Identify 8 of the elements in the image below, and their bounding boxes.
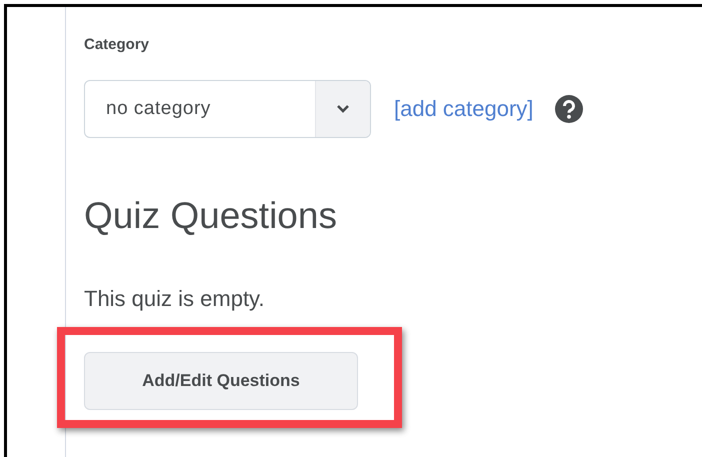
field-label: Category — [84, 35, 150, 55]
chevron-down-icon — [336, 104, 350, 114]
add-category-link[interactable]: [add category] — [394, 96, 534, 122]
help-icon[interactable] — [555, 95, 584, 123]
section-heading: Quiz Questions — [84, 194, 338, 238]
category-dropdown[interactable]: no category — [84, 80, 371, 138]
empty-message: This quiz is empty. — [84, 286, 266, 312]
add-edit-questions-button[interactable]: Add/Edit Questions — [84, 352, 358, 410]
